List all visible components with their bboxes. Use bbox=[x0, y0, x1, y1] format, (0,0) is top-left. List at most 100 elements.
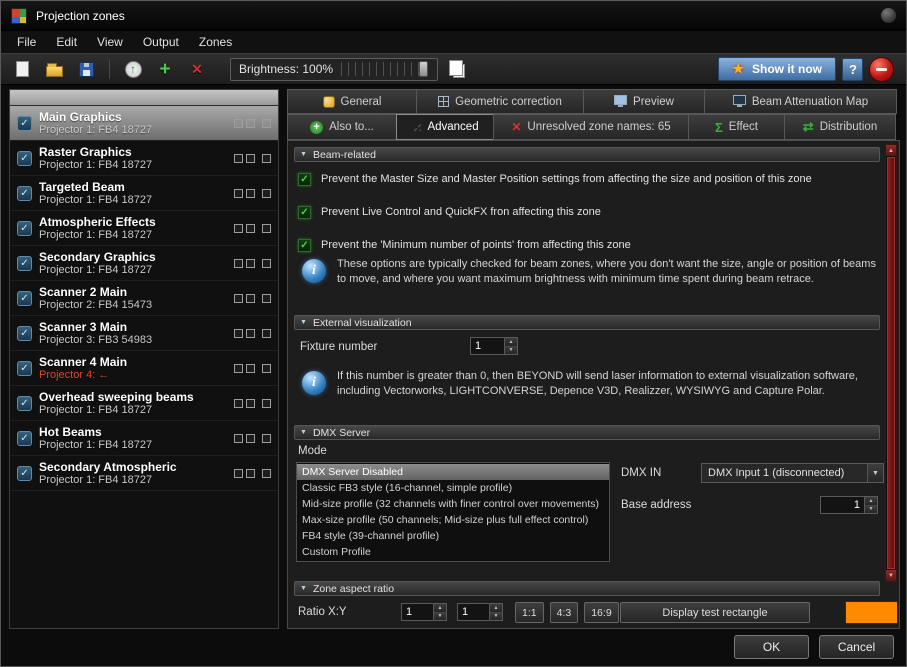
zone-flag-box[interactable] bbox=[246, 294, 255, 303]
new-button[interactable] bbox=[9, 56, 35, 82]
menu-item-edit[interactable]: Edit bbox=[46, 32, 87, 52]
zone-list-item[interactable]: ✓Scanner 2 MainProjector 2: FB4 15473 bbox=[10, 281, 278, 316]
zone-flag-box[interactable] bbox=[234, 399, 243, 408]
zone-flag-box[interactable] bbox=[246, 259, 255, 268]
section-header-external-visualization[interactable]: ▼ External visualization bbox=[294, 315, 880, 330]
zone-flag-box[interactable] bbox=[234, 434, 243, 443]
chevron-down-icon[interactable]: ▼ bbox=[867, 464, 883, 482]
section-header-dmx-server[interactable]: ▼ DMX Server bbox=[294, 425, 880, 440]
checkbox-checked-icon[interactable]: ✓ bbox=[298, 239, 311, 252]
zone-flag-box[interactable] bbox=[262, 399, 271, 408]
spinner-up-icon[interactable]: ▲ bbox=[505, 338, 517, 347]
spinner-down-icon[interactable]: ▼ bbox=[434, 613, 446, 621]
spinner-down-icon[interactable]: ▼ bbox=[865, 506, 877, 514]
vertical-scrollbar[interactable]: ▲ ▼ bbox=[885, 144, 897, 582]
dmx-mode-option[interactable]: Classic FB3 style (16-channel, simple pr… bbox=[297, 480, 609, 496]
tab-distribution[interactable]: Distribution bbox=[784, 114, 896, 140]
zone-flag-box[interactable] bbox=[246, 399, 255, 408]
zone-flag-box[interactable] bbox=[262, 189, 271, 198]
zone-list-item[interactable]: ✓Hot BeamsProjector 1: FB4 18727 bbox=[10, 421, 278, 456]
zone-flag-box[interactable] bbox=[262, 364, 271, 373]
zone-enabled-check-icon[interactable]: ✓ bbox=[17, 221, 32, 236]
zone-flag-box[interactable] bbox=[262, 434, 271, 443]
base-address-spinner[interactable]: 1 ▲ ▼ bbox=[820, 496, 878, 514]
zone-list-item[interactable]: ✓Targeted BeamProjector 1: FB4 18727 bbox=[10, 176, 278, 211]
tab-effect[interactable]: Effect bbox=[688, 114, 785, 140]
scroll-down-icon[interactable]: ▼ bbox=[886, 570, 896, 581]
zone-flag-box[interactable] bbox=[262, 119, 271, 128]
zone-list-item[interactable]: ✓Secondary GraphicsProjector 1: FB4 1872… bbox=[10, 246, 278, 281]
spinner-up-icon[interactable]: ▲ bbox=[434, 604, 446, 613]
zone-flag-box[interactable] bbox=[246, 434, 255, 443]
copy-button[interactable] bbox=[444, 56, 470, 82]
zone-list-item[interactable]: ✓Overhead sweeping beamsProjector 1: FB4… bbox=[10, 386, 278, 421]
tab-preview[interactable]: Preview bbox=[583, 89, 705, 114]
menu-item-file[interactable]: File bbox=[7, 32, 46, 52]
menu-item-zones[interactable]: Zones bbox=[189, 32, 242, 52]
ok-button[interactable]: OK bbox=[734, 635, 809, 659]
window-corner-icon[interactable] bbox=[881, 8, 896, 23]
brightness-slider[interactable] bbox=[341, 62, 429, 76]
zone-flag-box[interactable] bbox=[262, 224, 271, 233]
zone-enabled-check-icon[interactable]: ✓ bbox=[17, 431, 32, 446]
dmx-mode-option[interactable]: Custom Profile bbox=[297, 544, 609, 560]
zone-list-item[interactable]: ✓Atmospheric EffectsProjector 1: FB4 187… bbox=[10, 211, 278, 246]
zone-flag-box[interactable] bbox=[246, 189, 255, 198]
scrollbar-thumb[interactable] bbox=[887, 157, 895, 569]
beam-option-1[interactable]: ✓Prevent the Master Size and Master Posi… bbox=[298, 169, 812, 189]
zone-flag-box[interactable] bbox=[234, 329, 243, 338]
zone-flag-box[interactable] bbox=[262, 259, 271, 268]
help-button[interactable]: ? bbox=[842, 58, 863, 81]
zone-flag-box[interactable] bbox=[262, 329, 271, 338]
spinner-down-icon[interactable]: ▼ bbox=[490, 613, 502, 621]
dmx-mode-option[interactable]: Mid-size profile (32 channels with finer… bbox=[297, 496, 609, 512]
beam-option-3[interactable]: ✓Prevent the 'Minimum number of points' … bbox=[298, 235, 812, 255]
cancel-button[interactable]: Cancel bbox=[819, 635, 894, 659]
spinner-up-icon[interactable]: ▲ bbox=[490, 604, 502, 613]
tab-geometric-correction[interactable]: Geometric correction bbox=[416, 89, 584, 114]
tab-advanced[interactable]: Advanced bbox=[396, 114, 494, 140]
dmx-mode-option[interactable]: DMX Server Disabled bbox=[297, 464, 609, 480]
zone-enabled-check-icon[interactable]: ✓ bbox=[17, 116, 32, 131]
zone-list-item[interactable]: ✓Scanner 4 MainProjector 4: ← bbox=[10, 351, 278, 386]
zone-flag-box[interactable] bbox=[262, 294, 271, 303]
aspect-preset-1-1[interactable]: 1:1 bbox=[515, 602, 544, 623]
zone-flag-box[interactable] bbox=[234, 224, 243, 233]
zone-list-item[interactable]: ✓Raster GraphicsProjector 1: FB4 18727 bbox=[10, 141, 278, 176]
spinner-up-icon[interactable]: ▲ bbox=[865, 497, 877, 506]
zone-flag-box[interactable] bbox=[234, 189, 243, 198]
show-it-now-button[interactable]: ★ Show it now bbox=[718, 57, 836, 81]
brightness-slider-thumb[interactable] bbox=[419, 61, 428, 77]
checkbox-checked-icon[interactable]: ✓ bbox=[298, 206, 311, 219]
zone-list-item[interactable]: ✓Main GraphicsProjector 1: FB4 18727 bbox=[10, 106, 278, 141]
menu-item-output[interactable]: Output bbox=[133, 32, 189, 52]
zone-enabled-check-icon[interactable]: ✓ bbox=[17, 466, 32, 481]
aspect-preset-4-3[interactable]: 4:3 bbox=[550, 602, 579, 623]
zone-enabled-check-icon[interactable]: ✓ bbox=[17, 256, 32, 271]
tab-general[interactable]: General bbox=[287, 89, 417, 114]
section-header-zone-aspect-ratio[interactable]: ▼ Zone aspect ratio bbox=[294, 581, 880, 596]
send-button[interactable]: ↑ bbox=[120, 56, 146, 82]
beam-option-2[interactable]: ✓Prevent Live Control and QuickFX fron a… bbox=[298, 202, 812, 222]
zone-enabled-check-icon[interactable]: ✓ bbox=[17, 396, 32, 411]
zone-list-item[interactable]: ✓Secondary AtmosphericProjector 1: FB4 1… bbox=[10, 456, 278, 491]
zone-enabled-check-icon[interactable]: ✓ bbox=[17, 186, 32, 201]
zone-enabled-check-icon[interactable]: ✓ bbox=[17, 326, 32, 341]
zone-flag-box[interactable] bbox=[234, 154, 243, 163]
zone-enabled-check-icon[interactable]: ✓ bbox=[17, 151, 32, 166]
tab-unresolved-zone-names-65[interactable]: Unresolved zone names: 65 bbox=[493, 114, 689, 140]
dmx-in-dropdown[interactable]: DMX Input 1 (disconnected) ▼ bbox=[701, 463, 884, 483]
save-button[interactable] bbox=[73, 56, 99, 82]
zone-flag-box[interactable] bbox=[234, 469, 243, 478]
tab-beam-attenuation-map[interactable]: Beam Attenuation Map bbox=[704, 89, 897, 114]
add-zone-button[interactable]: + bbox=[152, 56, 178, 82]
test-rectangle-color-swatch[interactable] bbox=[845, 601, 898, 624]
open-button[interactable] bbox=[41, 56, 67, 82]
zone-flag-box[interactable] bbox=[246, 224, 255, 233]
zone-flag-box[interactable] bbox=[246, 329, 255, 338]
blackout-button[interactable] bbox=[869, 57, 894, 82]
aspect-preset-16-9[interactable]: 16:9 bbox=[584, 602, 618, 623]
zone-list-item[interactable]: ✓Scanner 3 MainProjector 3: FB3 54983 bbox=[10, 316, 278, 351]
scroll-up-icon[interactable]: ▲ bbox=[886, 145, 896, 156]
fixture-number-spinner[interactable]: 1 ▲ ▼ bbox=[470, 337, 518, 355]
